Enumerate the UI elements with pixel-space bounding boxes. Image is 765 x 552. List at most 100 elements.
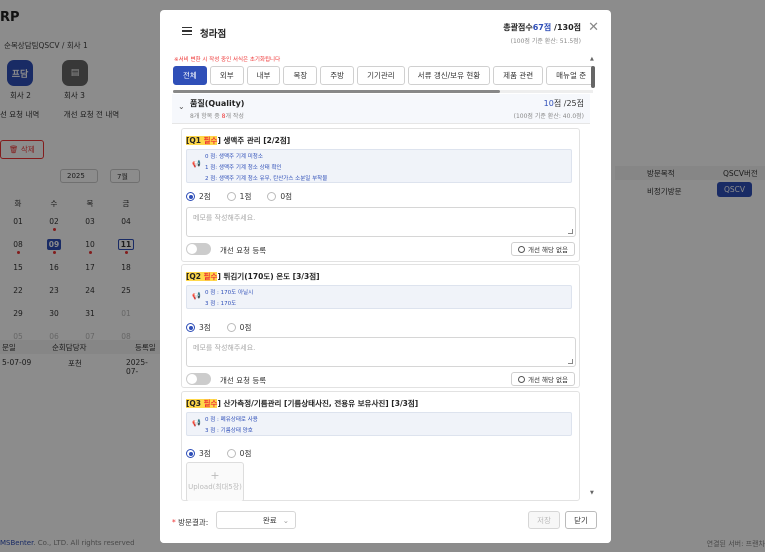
photo-upload-button[interactable]: + Upload(최대5장) xyxy=(186,462,244,502)
score-option-label: 0점 xyxy=(280,192,293,201)
question-text: ] 생맥주 관리 [2/2점] xyxy=(217,136,291,145)
megaphone-icon: 📢 xyxy=(192,292,201,300)
radio-icon[interactable] xyxy=(226,192,236,201)
score-option-label: 2점 xyxy=(199,192,211,201)
content-scrollbar[interactable]: ▲ ▼ xyxy=(590,56,596,496)
radio-icon[interactable] xyxy=(267,192,277,201)
visit-result-label: * 방문결과: xyxy=(172,517,208,528)
clock-icon xyxy=(517,375,525,383)
total-score-max: /130점 xyxy=(554,23,581,32)
question-prefix: [Q2 필수 xyxy=(186,272,218,281)
tab-uniform[interactable]: 복장 xyxy=(283,66,318,85)
no-improvement-label: 개선 해당 없음 xyxy=(527,376,568,384)
question-card-q2: [Q2 필수] 튀김기(170도) 온도 [3/3점] 📢 0 점 : 170도… xyxy=(181,264,580,388)
section-quality[interactable]: ⌄ 품질(Quality) 8개 항목 중 8개 작성 10점 /25점 (10… xyxy=(172,94,590,124)
memo-field[interactable]: 메모를 작성해주세요. xyxy=(186,207,576,237)
radio-icon[interactable] xyxy=(186,449,195,458)
close-icon[interactable]: ✕ xyxy=(588,20,599,35)
question-prefix: [Q1 필수 xyxy=(186,136,218,145)
scroll-down-icon[interactable]: ▼ xyxy=(590,490,594,496)
tab-manual[interactable]: 매뉴얼 준 xyxy=(546,66,593,85)
no-improvement-button[interactable]: 개선 해당 없음 xyxy=(510,242,575,256)
question-card-q3: [Q3 필수] 산가측정/기름관리 [기름상태사진, 전용유 보유사진] [3/… xyxy=(181,391,580,502)
radio-icon[interactable] xyxy=(226,323,236,332)
section-score: 10점 /25점 xyxy=(544,98,584,109)
question-title: [Q1 필수] 생맥주 관리 [2/2점] xyxy=(186,135,290,146)
score-option-0[interactable]: 0점 xyxy=(267,191,292,202)
no-improvement-label: 개선 해당 없음 xyxy=(527,246,568,254)
criteria-line: 1 점: 생맥주 기계 청소 상태 확인 xyxy=(205,165,282,171)
no-improvement-button[interactable]: 개선 해당 없음 xyxy=(510,372,575,386)
total-score: 총괄점수67점 /130점 xyxy=(503,22,581,33)
criteria-box: 📢 0 점 : 폐유상태로 사용 3 점 : 기름상태 양호 xyxy=(186,412,572,436)
total-label: 총괄점수 xyxy=(503,23,533,32)
criteria-line: 0 점: 생맥주 기계 미청소 xyxy=(205,154,263,160)
radio-icon[interactable] xyxy=(186,192,195,201)
memo-field[interactable]: 메모를 작성해주세요. xyxy=(186,337,576,367)
tab-interior[interactable]: 내부 xyxy=(246,66,281,85)
tab-equipment[interactable]: 기기관리 xyxy=(357,66,405,85)
megaphone-icon: 📢 xyxy=(192,160,201,168)
criteria-line: 2 점: 생맥주 기계 청소 유무, 탄산가스 소분일 부착물 xyxy=(205,176,328,182)
section-score-max: 점 /25점 xyxy=(553,99,584,108)
score-option-label: 1점 xyxy=(239,192,252,201)
question-text: ] 산가측정/기름관리 [기름상태사진, 전용유 보유사진] [3/3점] xyxy=(217,399,419,408)
improvement-toggle[interactable] xyxy=(186,243,211,255)
inspection-modal: 청라점 총괄점수67점 /130점 (100점 기준 환산: 51.5점) ✕ … xyxy=(160,10,611,543)
radio-icon[interactable] xyxy=(186,323,195,332)
plus-icon: + xyxy=(210,469,220,482)
criteria-line: 3 점 : 170도 xyxy=(205,301,237,307)
required-mark: * xyxy=(172,518,176,527)
total-score-value: 67점 xyxy=(532,23,552,32)
scrollbar-thumb[interactable] xyxy=(591,66,595,88)
score-option-3[interactable]: 3점 xyxy=(186,322,211,333)
score-options: 2점 1점 0점 xyxy=(186,191,308,202)
score-option-1[interactable]: 1점 xyxy=(226,191,252,202)
question-title: [Q2 필수] 튀김기(170도) 온도 [3/3점] xyxy=(186,271,320,282)
score-option-0[interactable]: 0점 xyxy=(226,322,252,333)
tab-products[interactable]: 제품 관련 xyxy=(493,66,544,85)
score-option-label: 3점 xyxy=(199,323,211,332)
category-tabs: 전체 외부 내부 복장 주방 기기관리 서류 갱신/보유 현황 제품 관련 매뉴… xyxy=(173,66,593,86)
question-number: [Q1 xyxy=(186,136,202,145)
required-badge: 필수 xyxy=(203,272,218,281)
tabs-scrollbar-thumb[interactable] xyxy=(173,90,500,93)
upload-label: Upload(최대5장) xyxy=(188,483,242,491)
score-option-label: 0점 xyxy=(239,323,252,332)
progress-prefix: 8개 항목 중 xyxy=(190,113,222,120)
tab-documents[interactable]: 서류 갱신/보유 현황 xyxy=(407,66,491,85)
modal-footer: * 방문결과: 완료 ⌄ 저장 닫기 xyxy=(160,501,611,543)
improvement-toggle[interactable] xyxy=(186,373,211,385)
chevron-down-icon: ⌄ xyxy=(282,516,289,525)
tab-all[interactable]: 전체 xyxy=(173,66,207,85)
score-option-3[interactable]: 3점 xyxy=(186,448,211,459)
question-title: [Q3 필수] 산가측정/기름관리 [기름상태사진, 전용유 보유사진] [3/… xyxy=(186,398,418,409)
question-text: ] 튀김기(170도) 온도 [3/3점] xyxy=(217,272,320,281)
question-prefix: [Q3 필수 xyxy=(186,399,218,408)
section-name: 품질(Quality) xyxy=(190,99,245,108)
criteria-line: 0 점 : 170도 아닐시 xyxy=(205,290,254,296)
score-option-label: 0점 xyxy=(239,449,252,458)
scroll-up-icon[interactable]: ▲ xyxy=(590,56,594,62)
question-card-q1: [Q1 필수] 생맥주 관리 [2/2점] 📢 0 점: 생맥주 기계 미청소 … xyxy=(181,128,580,262)
modal-header: 청라점 총괄점수67점 /130점 (100점 기준 환산: 51.5점) ✕ xyxy=(160,10,611,50)
score-option-0[interactable]: 0점 xyxy=(226,448,252,459)
radio-icon[interactable] xyxy=(226,449,236,458)
score-options: 3점 0점 xyxy=(186,322,267,333)
question-number: [Q3 xyxy=(186,399,202,408)
visit-result-text: 방문결과: xyxy=(178,518,209,527)
toggle-label: 개선 요청 등록 xyxy=(220,376,267,385)
chevron-down-icon[interactable]: ⌄ xyxy=(178,102,185,111)
score-option-2[interactable]: 2점 xyxy=(186,191,211,202)
tab-exterior[interactable]: 외부 xyxy=(209,66,244,85)
menu-icon[interactable] xyxy=(182,27,192,35)
section-progress: 8개 항목 중 8개 작성 xyxy=(190,111,244,120)
clock-icon xyxy=(517,245,525,253)
tab-kitchen[interactable]: 주방 xyxy=(320,66,355,85)
modal-title: 청라점 xyxy=(200,29,227,40)
close-button[interactable]: 닫기 xyxy=(565,511,597,529)
save-button[interactable]: 저장 xyxy=(528,511,560,529)
megaphone-icon: 📢 xyxy=(192,419,201,427)
criteria-line: 0 점 : 폐유상태로 사용 xyxy=(205,417,258,423)
visit-result-select[interactable]: 완료 ⌄ xyxy=(216,511,296,529)
